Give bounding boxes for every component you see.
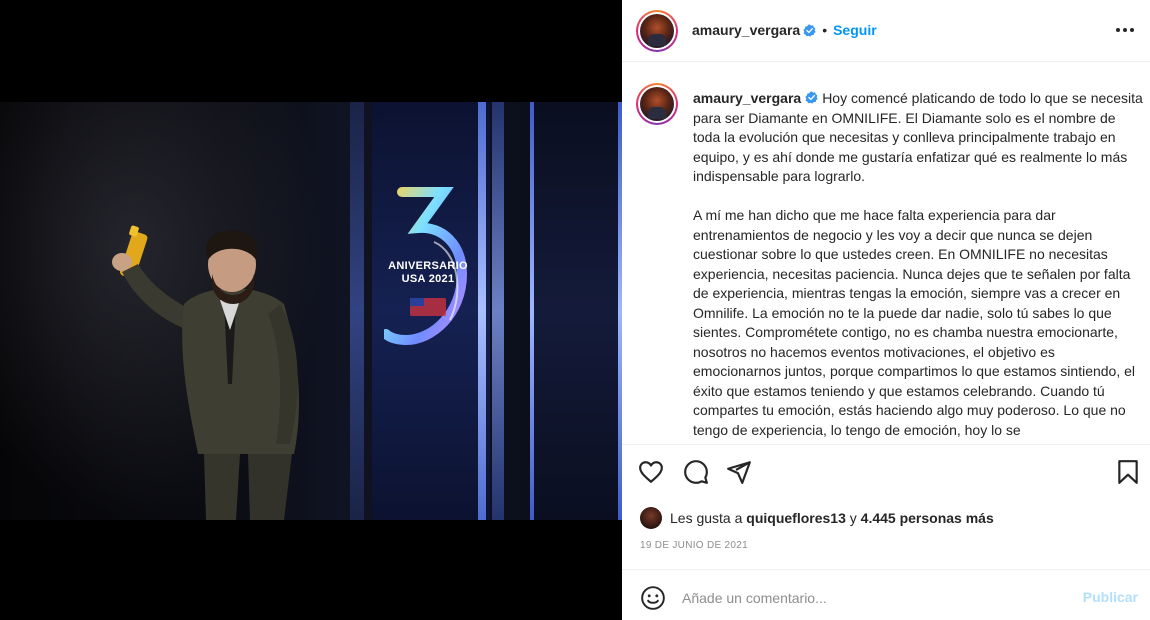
speaker-figure xyxy=(112,225,299,520)
caption-text: amaury_vergara Hoy comencé platicando de… xyxy=(693,89,1143,444)
likes-summary[interactable]: Les gusta a quiqueflores13 y 4.445 perso… xyxy=(640,507,994,529)
led-screen xyxy=(530,102,622,520)
comment-icon[interactable] xyxy=(683,459,709,485)
led-strip xyxy=(492,102,504,520)
emoji-icon[interactable] xyxy=(640,585,666,611)
follow-button[interactable]: Seguir xyxy=(833,22,877,38)
more-options-icon[interactable] xyxy=(1114,20,1136,40)
actions-bar: Les gusta a quiqueflores13 y 4.445 perso… xyxy=(622,444,1150,620)
post-header: amaury_vergara • Seguir xyxy=(622,0,1150,62)
verified-badge-icon xyxy=(803,23,816,37)
caption-area[interactable]: amaury_vergara Hoy comencé platicando de… xyxy=(622,63,1150,444)
avatar[interactable] xyxy=(636,10,678,52)
anniversary-logo: ANIVERSARIO USA 2021 xyxy=(381,182,472,352)
likes-first-user[interactable]: quiqueflores13 xyxy=(746,510,846,526)
led-strip xyxy=(478,102,486,520)
led-strip xyxy=(350,102,364,520)
caption-paragraph: amaury_vergara Hoy comencé platicando de… xyxy=(693,89,1143,187)
post-date[interactable]: 19 DE JUNIO DE 2021 xyxy=(640,540,748,551)
caption-paragraph-2: A mí me han dicho que me hace falta expe… xyxy=(693,207,1136,438)
post-media[interactable]: ANIVERSARIO USA 2021 xyxy=(0,0,622,620)
separator-dot: • xyxy=(822,22,828,38)
post-photo: ANIVERSARIO USA 2021 xyxy=(0,102,622,520)
verified-badge-icon xyxy=(805,91,818,104)
comment-bar: Publicar xyxy=(622,569,1150,620)
liker-avatar[interactable] xyxy=(640,507,662,529)
header-username[interactable]: amaury_vergara xyxy=(692,22,800,38)
caption-username[interactable]: amaury_vergara xyxy=(693,90,801,106)
likes-prefix: Les gusta a xyxy=(670,510,743,526)
post-details-panel: amaury_vergara • Seguir amaury_vergara H… xyxy=(622,0,1150,620)
anniversary-text: ANIVERSARIO USA 2021 xyxy=(388,260,468,285)
likes-connector: y xyxy=(849,510,857,526)
heart-icon[interactable] xyxy=(638,459,664,485)
caption-avatar[interactable] xyxy=(636,83,678,125)
likes-others[interactable]: 4.445 personas más xyxy=(861,510,994,526)
publish-button[interactable]: Publicar xyxy=(1083,589,1138,605)
bookmark-icon[interactable] xyxy=(1115,459,1141,485)
comment-input[interactable] xyxy=(682,584,1062,612)
header-user: amaury_vergara • Seguir xyxy=(692,22,877,38)
share-icon[interactable] xyxy=(726,459,752,485)
